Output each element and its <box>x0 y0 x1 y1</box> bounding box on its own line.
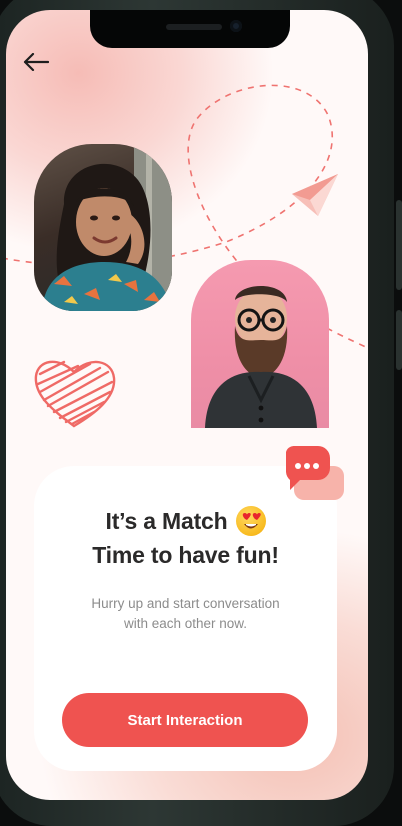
side-button-volume <box>396 310 402 370</box>
match-title-text: It’s a Match <box>105 507 228 534</box>
arrow-left-icon <box>23 53 49 71</box>
speaker-grille <box>166 24 222 30</box>
match-description-line-2: with each other now. <box>123 616 248 631</box>
match-description-line-1: Hurry up and start conversation <box>91 596 280 611</box>
match-subheading: Time to have fun! <box>92 542 279 568</box>
profile-photo-woman <box>34 144 172 311</box>
match-title: It’s a Match <box>34 506 337 536</box>
profile-photo-man <box>191 260 329 428</box>
woman-portrait <box>42 144 172 311</box>
bearded-man-portrait <box>205 286 317 428</box>
match-description: Hurry up and start conversation with eac… <box>64 594 307 634</box>
match-card: It’s a Match Time to have fun! Hurry up … <box>34 466 337 771</box>
side-button-power <box>396 200 402 290</box>
device-notch <box>90 10 290 48</box>
heart-eyes-emoji-icon <box>235 506 266 536</box>
front-camera <box>230 20 242 32</box>
start-interaction-button[interactable]: Start Interaction <box>62 693 308 747</box>
app-screen: It’s a Match Time to have fun! Hurry up … <box>6 10 368 800</box>
back-button[interactable] <box>20 50 52 74</box>
chat-bubble-icon <box>284 445 344 502</box>
